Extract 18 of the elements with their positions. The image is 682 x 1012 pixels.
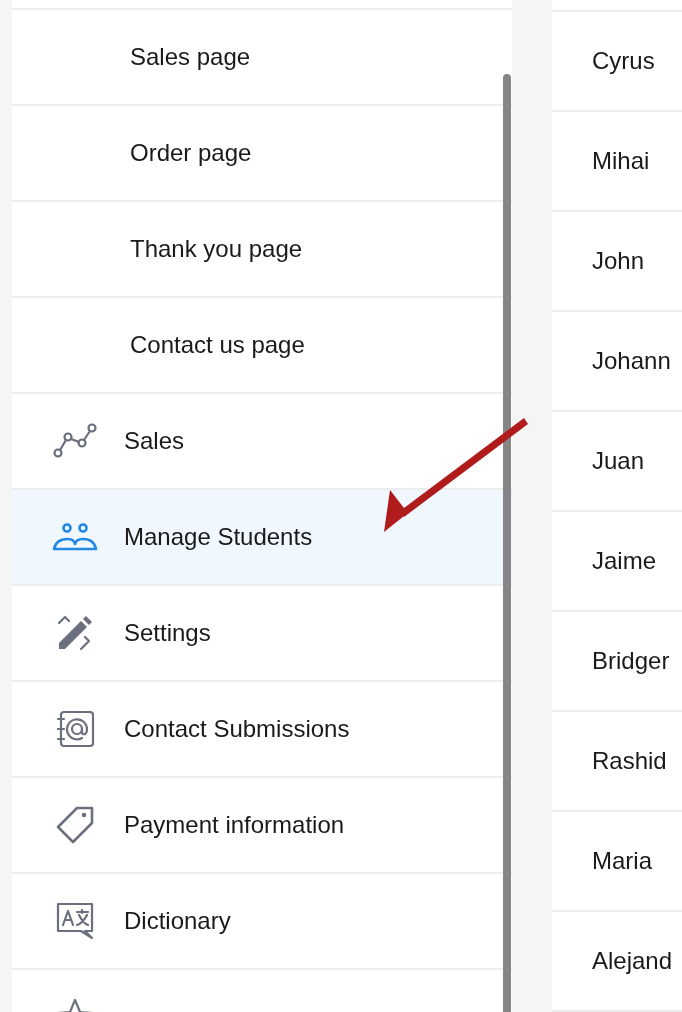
student-name[interactable]: Juan <box>552 412 682 512</box>
scrollbar-thumb[interactable] <box>503 74 511 1012</box>
student-name[interactable]: Cyrus <box>552 12 682 112</box>
sidebar-item[interactable]: Manage Students <box>12 490 512 586</box>
tag-icon <box>55 805 95 845</box>
student-name[interactable]: Mihai <box>552 112 682 212</box>
address-book-icon <box>55 709 95 749</box>
pencil-ruler-icon <box>55 613 95 653</box>
student-name[interactable]: Alejand <box>552 912 682 1012</box>
student-name[interactable]: John <box>552 212 682 312</box>
translate-icon <box>55 901 95 941</box>
people-icon <box>52 522 98 552</box>
student-name[interactable]: Johann <box>552 312 682 412</box>
student-name[interactable]: Maria <box>552 812 682 912</box>
student-name[interactable]: Bridger <box>552 612 682 712</box>
student-name[interactable]: Jaime <box>552 512 682 612</box>
student-name[interactable]: Rashid <box>552 712 682 812</box>
line-chart-icon <box>52 423 98 459</box>
